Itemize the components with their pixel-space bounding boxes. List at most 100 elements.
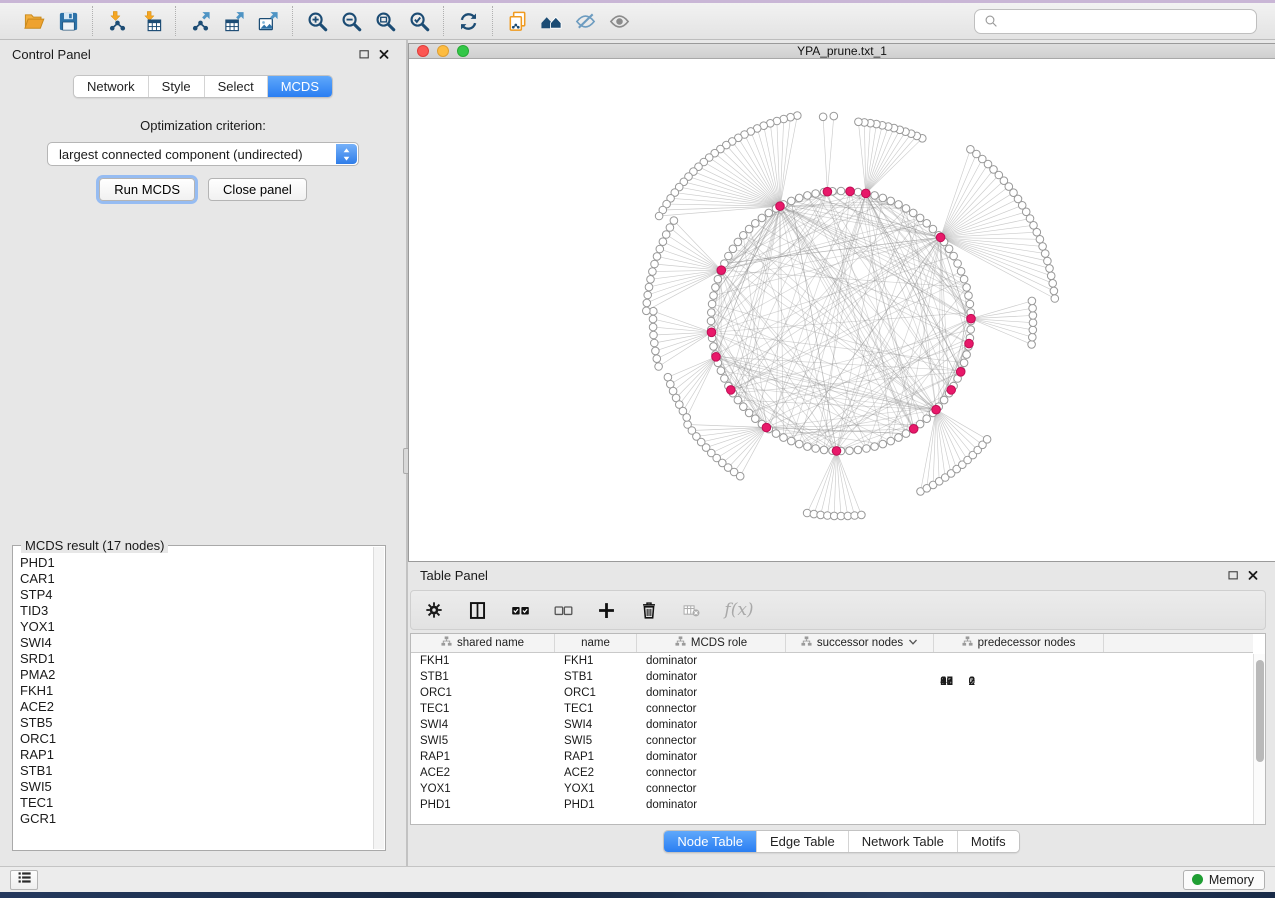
tab-edge-table[interactable]: Edge Table	[756, 831, 848, 852]
network-node[interactable]	[656, 245, 664, 253]
cell-shared-name[interactable]: SWI5	[411, 733, 555, 749]
network-hub-node[interactable]	[965, 339, 974, 348]
mcds-result-item[interactable]: STP4	[14, 587, 373, 603]
cell-MCDS-role[interactable]: dominator	[637, 685, 786, 701]
hide-selected-icon[interactable]	[568, 6, 602, 36]
network-node[interactable]	[712, 284, 720, 292]
table-row[interactable]: PHD1PHD1dominator180	[411, 797, 1253, 813]
cell-name[interactable]: SWI5	[555, 733, 637, 749]
save-session-icon[interactable]	[51, 6, 85, 36]
network-node[interactable]	[752, 415, 760, 423]
mcds-result-item[interactable]: FKH1	[14, 683, 373, 699]
zoom-out-icon[interactable]	[334, 6, 368, 36]
network-node[interactable]	[651, 339, 659, 347]
cell-name[interactable]: SWI4	[555, 717, 637, 733]
search-input[interactable]	[1001, 14, 1250, 28]
network-node[interactable]	[649, 315, 657, 323]
mcds-result-item[interactable]: GCR1	[14, 811, 373, 827]
cell-shared-name[interactable]: FKH1	[411, 653, 555, 669]
network-node[interactable]	[895, 434, 903, 442]
column-header-successor-nodes[interactable]: successor nodes	[786, 634, 934, 652]
network-node[interactable]	[1049, 280, 1057, 288]
cell-name[interactable]: ORC1	[555, 685, 637, 701]
add-row-icon[interactable]	[593, 596, 619, 624]
network-node[interactable]	[945, 245, 953, 253]
network-node[interactable]	[983, 436, 991, 444]
mcds-result-item[interactable]: YOX1	[14, 619, 373, 635]
network-node[interactable]	[963, 284, 971, 292]
network-node[interactable]	[707, 317, 715, 325]
network-node[interactable]	[830, 112, 838, 120]
network-window-titlebar[interactable]: YPA_prune.txt_1	[409, 44, 1275, 59]
tab-style[interactable]: Style	[148, 76, 204, 97]
network-node[interactable]	[879, 440, 887, 448]
zoom-in-icon[interactable]	[300, 6, 334, 36]
network-node[interactable]	[659, 238, 667, 246]
network-node[interactable]	[708, 300, 716, 308]
network-node[interactable]	[1039, 243, 1047, 251]
network-hub-node[interactable]	[909, 425, 918, 434]
mcds-result-item[interactable]: PHD1	[14, 555, 373, 571]
export-table-icon[interactable]	[217, 6, 251, 36]
network-node[interactable]	[795, 194, 803, 202]
table-scrollbar[interactable]	[1253, 654, 1265, 824]
network-node[interactable]	[653, 253, 661, 261]
network-hub-node[interactable]	[727, 386, 736, 395]
network-node[interactable]	[1029, 319, 1037, 327]
network-hub-node[interactable]	[823, 187, 832, 196]
network-node[interactable]	[745, 225, 753, 233]
mcds-result-item[interactable]: SWI5	[14, 779, 373, 795]
network-node[interactable]	[812, 445, 820, 453]
table-scrollbar-thumb[interactable]	[1256, 660, 1264, 762]
network-node[interactable]	[653, 355, 661, 363]
network-node[interactable]	[717, 367, 725, 375]
network-hub-node[interactable]	[956, 368, 965, 377]
mcds-result-item[interactable]: TID3	[14, 603, 373, 619]
network-node[interactable]	[1029, 304, 1037, 312]
split-panel-icon[interactable]	[464, 596, 490, 624]
cell-MCDS-role[interactable]: dominator	[637, 797, 786, 813]
network-node[interactable]	[745, 409, 753, 417]
network-node[interactable]	[819, 113, 827, 121]
cell-name[interactable]: TEC1	[555, 701, 637, 717]
network-node[interactable]	[967, 326, 975, 334]
network-hub-node[interactable]	[776, 202, 785, 211]
network-node[interactable]	[643, 299, 651, 307]
open-session-icon[interactable]	[17, 6, 51, 36]
network-node[interactable]	[710, 343, 718, 351]
network-node[interactable]	[721, 375, 729, 383]
network-node[interactable]	[846, 447, 854, 455]
cell-shared-name[interactable]: ACE2	[411, 765, 555, 781]
network-node[interactable]	[647, 276, 655, 284]
network-node[interactable]	[652, 347, 660, 355]
network-node[interactable]	[772, 430, 780, 438]
network-node[interactable]	[788, 437, 796, 445]
refresh-icon[interactable]	[451, 6, 485, 36]
network-node[interactable]	[960, 275, 968, 283]
mcds-result-item[interactable]: SRD1	[14, 651, 373, 667]
tab-select[interactable]: Select	[204, 76, 267, 97]
cell-name[interactable]: PHD1	[555, 797, 637, 813]
mcds-result-item[interactable]: SWI4	[14, 635, 373, 651]
cell-MCDS-role[interactable]: connector	[637, 765, 786, 781]
tab-node-table[interactable]: Node Table	[664, 831, 756, 852]
network-node[interactable]	[664, 373, 672, 381]
network-node[interactable]	[734, 396, 742, 404]
status-list-button[interactable]	[10, 870, 38, 890]
network-node[interactable]	[643, 307, 651, 315]
network-canvas[interactable]	[409, 59, 1275, 561]
column-settings-icon[interactable]	[421, 596, 447, 624]
network-node[interactable]	[957, 268, 965, 276]
search-box[interactable]	[974, 9, 1257, 34]
network-node[interactable]	[871, 192, 879, 200]
memory-button[interactable]: Memory	[1183, 870, 1265, 890]
network-node[interactable]	[649, 268, 657, 276]
network-node[interactable]	[780, 434, 788, 442]
cell-MCDS-role[interactable]: dominator	[637, 669, 786, 685]
network-node[interactable]	[725, 252, 733, 260]
cell-shared-name[interactable]: TEC1	[411, 701, 555, 717]
network-node[interactable]	[650, 307, 658, 315]
network-node[interactable]	[1028, 297, 1036, 305]
network-node[interactable]	[666, 224, 674, 232]
network-node[interactable]	[879, 194, 887, 202]
